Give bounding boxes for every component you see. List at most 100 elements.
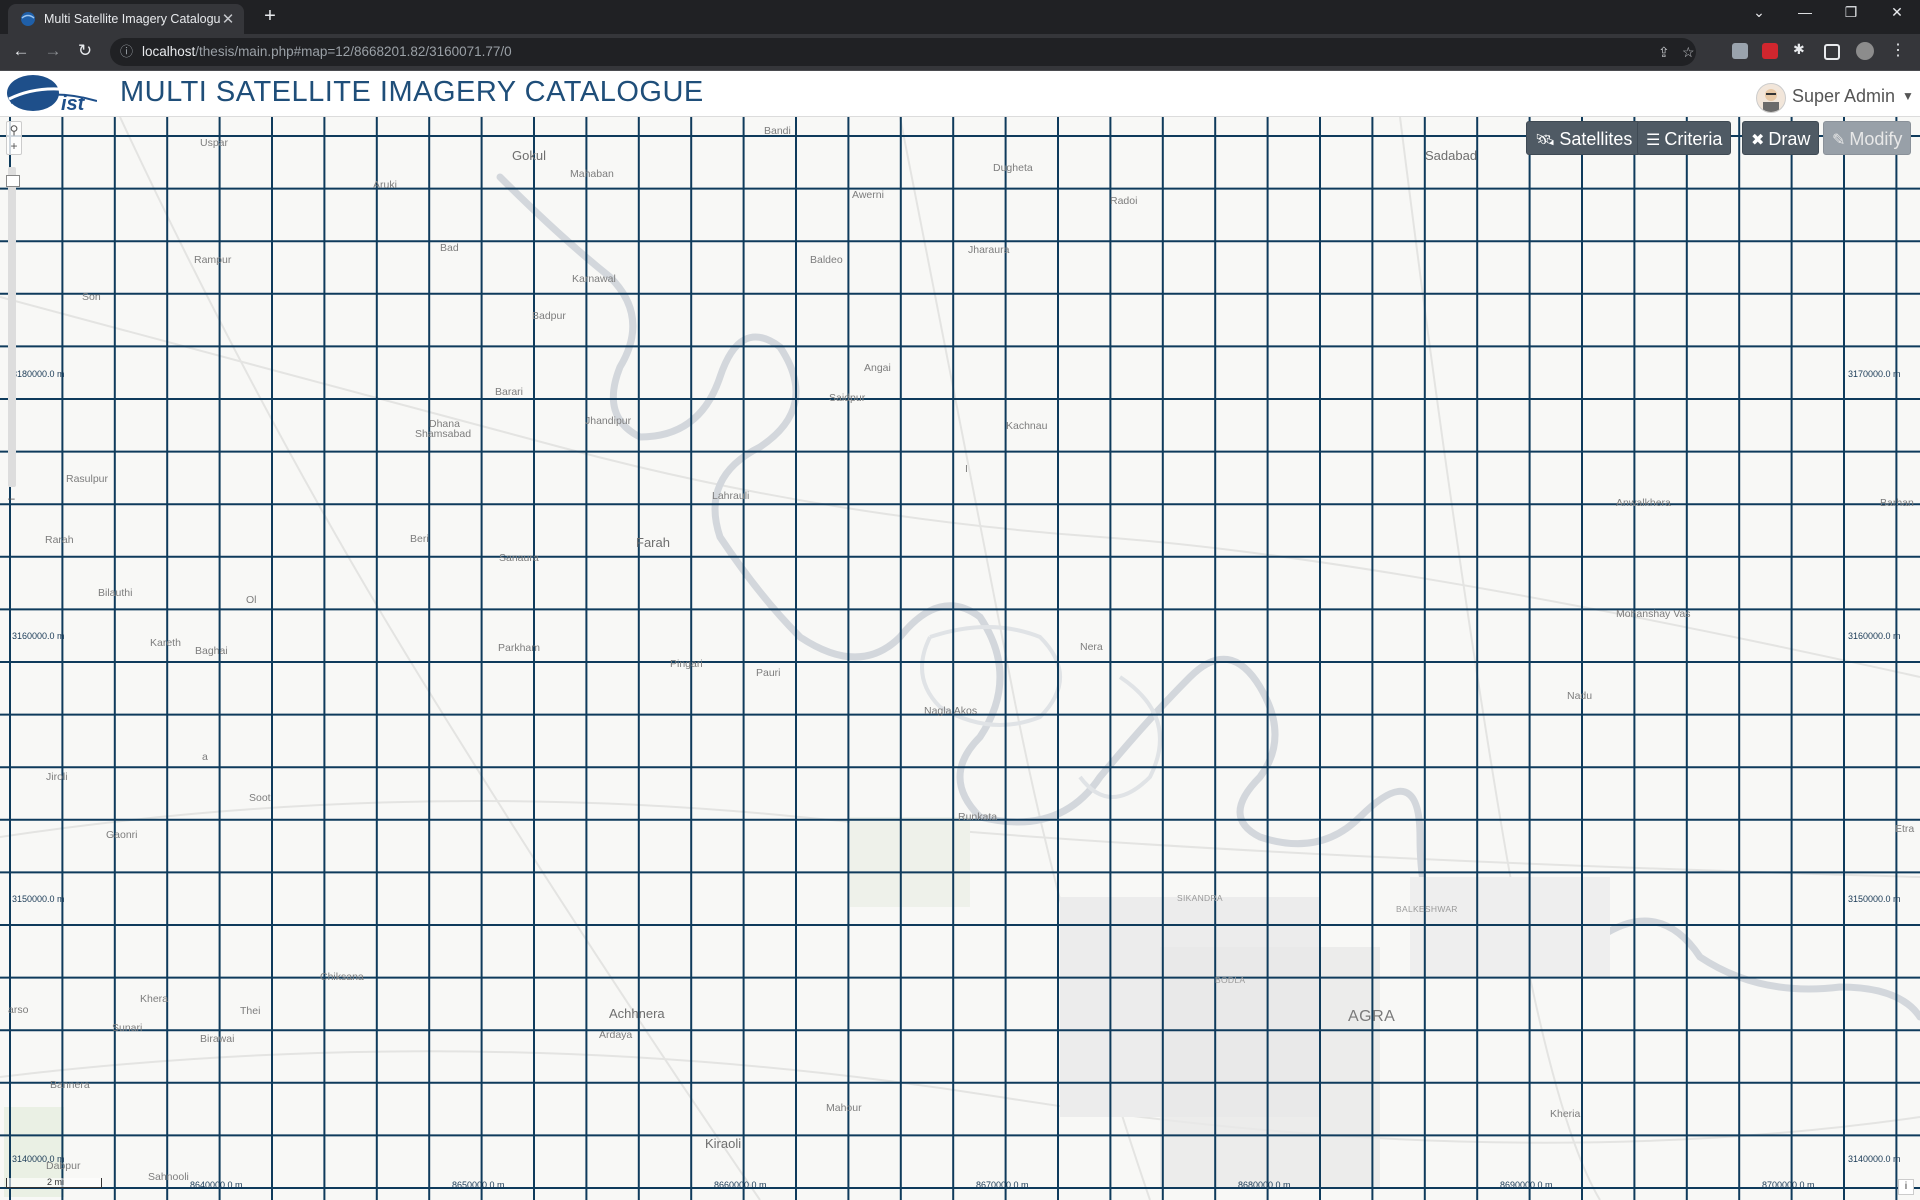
place-label: Anwalkhera bbox=[1616, 497, 1671, 509]
satellite-icon: 🛰 bbox=[1535, 132, 1556, 149]
share-icon[interactable]: ⇪ bbox=[1658, 38, 1670, 66]
place-label: Pingari bbox=[670, 658, 703, 670]
app-title: MULTI SATELLITE IMAGERY CATALOGUE bbox=[120, 76, 704, 108]
place-label: Aruki bbox=[373, 179, 397, 191]
place-label: Gokul bbox=[512, 148, 546, 163]
place-label: Mohanshay Vas bbox=[1616, 608, 1691, 620]
place-label: Baldeo bbox=[810, 254, 843, 266]
place-label: Parkham bbox=[498, 642, 541, 654]
place-label: Karnawal bbox=[572, 273, 616, 285]
place-label: Sanaura bbox=[499, 552, 539, 564]
place-label: Etra bbox=[1895, 823, 1915, 835]
restore-icon[interactable]: ❐ bbox=[1836, 4, 1866, 21]
globe-favicon-icon bbox=[21, 12, 35, 26]
place-label: BODLA bbox=[1215, 975, 1246, 985]
place-label: a bbox=[202, 751, 208, 763]
place-label: Chiksana bbox=[320, 971, 364, 983]
profile-avatar-icon[interactable] bbox=[1856, 42, 1874, 60]
place-label: Rarah bbox=[45, 534, 74, 546]
draw-button[interactable]: ✖ Draw bbox=[1742, 121, 1820, 155]
caret-down-icon[interactable]: ▼ bbox=[1902, 89, 1914, 103]
extension-icon[interactable] bbox=[1762, 43, 1778, 59]
place-label: Rampur bbox=[194, 254, 232, 266]
zoom-in-button[interactable]: + bbox=[7, 138, 21, 154]
place-label: Farah bbox=[636, 535, 670, 550]
browser-tab[interactable]: Multi Satellite Imagery Catalogue ✕ bbox=[8, 4, 244, 34]
grid-coordinate-label: 8650000.0 m bbox=[452, 1180, 505, 1190]
place-label: Awerni bbox=[852, 189, 884, 201]
place-label: Sadabad bbox=[1425, 148, 1478, 163]
draw-icon: ✖ bbox=[1751, 132, 1765, 149]
tab-close-icon[interactable]: ✕ bbox=[220, 10, 236, 28]
user-menu-name[interactable]: Super Admin bbox=[1792, 86, 1895, 107]
grid-coordinate-label: 3170000.0 m bbox=[1848, 369, 1901, 379]
grid-coordinate-label: 8700000.0 m bbox=[1762, 1180, 1815, 1190]
extension-icon[interactable] bbox=[1732, 43, 1748, 59]
place-label: Mahaban bbox=[570, 168, 614, 180]
basemap bbox=[0, 117, 1920, 1200]
place-label: Bannera bbox=[50, 1079, 90, 1091]
satellites-label: Satellites bbox=[1559, 129, 1633, 149]
side-panel-icon[interactable] bbox=[1824, 44, 1840, 60]
place-label: Badpur bbox=[532, 310, 566, 322]
browser-menu-icon[interactable]: ⋮ bbox=[1890, 40, 1906, 59]
reload-icon[interactable]: ↻ bbox=[74, 41, 96, 61]
zoom-search-icon[interactable]: ⚲ bbox=[7, 122, 21, 138]
zoom-slider-thumb[interactable] bbox=[6, 175, 20, 187]
grid-coordinate-label: 8690000.0 m bbox=[1500, 1180, 1553, 1190]
grid-coordinate-label: 3150000.0 m bbox=[1848, 894, 1901, 904]
place-label: Kareth bbox=[150, 637, 181, 649]
user-avatar[interactable] bbox=[1756, 83, 1786, 113]
place-label: Jhandipur bbox=[585, 415, 632, 427]
place-label: Barhan bbox=[1880, 497, 1914, 509]
new-tab-button[interactable]: + bbox=[258, 5, 282, 28]
zoom-slider[interactable] bbox=[8, 167, 16, 487]
grid-coordinate-label: 3180000.0 m bbox=[12, 369, 65, 379]
back-icon[interactable]: ← bbox=[10, 41, 32, 61]
grid-coordinate-label: 8680000.0 m bbox=[1238, 1180, 1291, 1190]
place-label: BALKESHWAR bbox=[1396, 904, 1458, 914]
grid-coordinate-label: 8660000.0 m bbox=[714, 1180, 767, 1190]
place-label: Beri bbox=[410, 533, 429, 545]
place-label: Pauri bbox=[756, 667, 781, 679]
puzzle-extensions-icon[interactable]: ✱ bbox=[1793, 41, 1809, 57]
place-label: Nera bbox=[1080, 641, 1103, 653]
ist-logo[interactable]: ist bbox=[5, 73, 97, 113]
place-label: Gaonri bbox=[106, 829, 138, 841]
site-info-icon[interactable]: ⓘ bbox=[120, 38, 133, 66]
app-header: ist MULTI SATELLITE IMAGERY CATALOGUE Su… bbox=[0, 71, 1920, 117]
bookmark-star-icon[interactable]: ☆ bbox=[1682, 38, 1695, 66]
map-canvas[interactable]: Uspar Gokul Bandi Mahaban Aruki Awerni Dugheta… bbox=[0, 117, 1920, 1200]
attribution-info-button[interactable]: i bbox=[1898, 1179, 1914, 1195]
place-label: Achhnera bbox=[609, 1006, 665, 1021]
modify-label: Modify bbox=[1849, 129, 1903, 149]
place-label: Sahnooli bbox=[148, 1171, 189, 1183]
grid-coordinate-label: 3160000.0 m bbox=[12, 631, 65, 641]
address-bar[interactable]: ⓘ localhost/thesis/main.php#map=12/86682… bbox=[110, 38, 1696, 66]
grid-coordinate-label: 3150000.0 m bbox=[12, 894, 65, 904]
grid-coordinate-label: 8640000.0 m bbox=[190, 1180, 243, 1190]
modify-button[interactable]: ✎ Modify bbox=[1823, 121, 1912, 155]
place-label: Kachnau bbox=[1006, 420, 1048, 432]
place-label: Barari bbox=[495, 386, 524, 398]
close-window-icon[interactable]: ✕ bbox=[1882, 4, 1912, 21]
sliders-icon: ☰ bbox=[1646, 132, 1661, 149]
logo-text: ist bbox=[61, 93, 86, 113]
zoom-out-button[interactable]: – bbox=[8, 491, 15, 505]
place-label: Nadu bbox=[1567, 690, 1593, 702]
place-label: Rasulpur bbox=[66, 473, 109, 485]
minimize-icon[interactable]: — bbox=[1790, 4, 1820, 20]
place-label: Saidpur bbox=[829, 392, 866, 404]
tab-search-icon[interactable]: ⌄ bbox=[1744, 4, 1774, 21]
place-label: Thei bbox=[240, 1005, 261, 1017]
criteria-button[interactable]: ☰ Criteria bbox=[1637, 121, 1732, 155]
place-label: Angai bbox=[864, 362, 891, 374]
place-label: Nagla Akos bbox=[924, 705, 978, 717]
place-label: arso bbox=[8, 1004, 29, 1016]
tab-title: Multi Satellite Imagery Catalogue bbox=[44, 12, 220, 26]
grid-coordinate-label: 3140000.0 m bbox=[12, 1154, 65, 1164]
browser-tabstrip: Multi Satellite Imagery Catalogue ✕ + ⌄ … bbox=[0, 0, 1920, 34]
forward-icon[interactable]: → bbox=[42, 41, 64, 61]
place-label: AGRA bbox=[1348, 1008, 1396, 1025]
satellites-button[interactable]: 🛰 Satellites bbox=[1526, 121, 1642, 155]
